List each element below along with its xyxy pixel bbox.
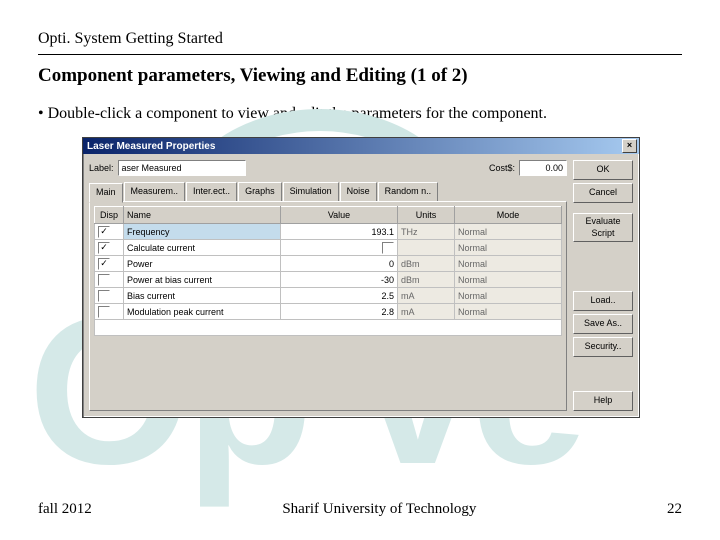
load-button[interactable]: Load.. — [573, 291, 633, 311]
security-button[interactable]: Security.. — [573, 337, 633, 357]
param-value[interactable]: -30 — [281, 272, 398, 288]
param-name: Frequency — [124, 224, 281, 240]
param-mode[interactable]: Normal — [455, 272, 562, 288]
save-as-button[interactable]: Save As.. — [573, 314, 633, 334]
divider — [38, 54, 682, 55]
checkbox-icon[interactable]: ✓ — [98, 242, 110, 254]
col-disp: Disp — [95, 207, 124, 224]
param-name: Power — [124, 256, 281, 272]
tab-main[interactable]: Main — [89, 183, 123, 203]
table-row[interactable]: ✓ Frequency 193.1 THz Normal — [95, 224, 562, 240]
tab-random[interactable]: Random n.. — [378, 182, 439, 201]
col-units: Units — [398, 207, 455, 224]
table-row[interactable]: Modulation peak current 2.8 mA Normal — [95, 304, 562, 320]
tab-graphs[interactable]: Graphs — [238, 182, 282, 201]
param-units[interactable]: THz — [398, 224, 455, 240]
ok-button[interactable]: OK — [573, 160, 633, 180]
footer-left: fall 2012 — [38, 501, 92, 518]
table-row[interactable]: Power at bias current -30 dBm Normal — [95, 272, 562, 288]
param-name: Modulation peak current — [124, 304, 281, 320]
label-caption: Label: — [89, 163, 114, 173]
checkbox-icon[interactable] — [382, 242, 394, 254]
param-mode[interactable]: Normal — [455, 240, 562, 256]
checkbox-icon[interactable] — [98, 306, 110, 318]
param-value[interactable]: 2.8 — [281, 304, 398, 320]
cost-caption: Cost$: — [489, 163, 515, 173]
param-mode[interactable]: Normal — [455, 256, 562, 272]
grid-empty-area — [95, 320, 562, 336]
dialog-title: Laser Measured Properties — [87, 141, 215, 152]
param-mode[interactable]: Normal — [455, 288, 562, 304]
evaluate-script-button[interactable]: Evaluate Script — [573, 213, 633, 242]
tab-strip: Main Measurem.. Inter.ect.. Graphs Simul… — [89, 182, 567, 202]
cancel-button[interactable]: Cancel — [573, 183, 633, 203]
label-input[interactable]: aser Measured — [118, 160, 246, 176]
tab-interect[interactable]: Inter.ect.. — [186, 182, 237, 201]
checkbox-icon[interactable]: ✓ — [98, 226, 110, 238]
slide-footer: fall 2012 Sharif University of Technolog… — [38, 501, 682, 518]
page-heading: Component parameters, Viewing and Editin… — [38, 65, 682, 87]
param-units[interactable]: mA — [398, 288, 455, 304]
parameters-table[interactable]: Disp Name Value Units Mode ✓ Frequency 1… — [94, 206, 562, 336]
tab-measurem[interactable]: Measurem.. — [124, 182, 186, 201]
checkbox-icon[interactable] — [98, 274, 110, 286]
cost-input[interactable]: 0.00 — [519, 160, 567, 176]
table-row[interactable]: ✓ Calculate current Normal — [95, 240, 562, 256]
param-value[interactable] — [281, 240, 398, 256]
doc-title: Opti. System Getting Started — [38, 30, 682, 48]
param-units[interactable]: dBm — [398, 256, 455, 272]
param-units[interactable] — [398, 240, 455, 256]
param-units[interactable]: dBm — [398, 272, 455, 288]
param-name: Calculate current — [124, 240, 281, 256]
param-mode[interactable]: Normal — [455, 224, 562, 240]
param-name: Power at bias current — [124, 272, 281, 288]
close-icon[interactable]: × — [622, 139, 637, 153]
tab-noise[interactable]: Noise — [340, 182, 377, 201]
footer-center: Sharif University of Technology — [282, 501, 476, 518]
tab-pane-main: Disp Name Value Units Mode ✓ Frequency 1… — [89, 201, 567, 411]
col-value: Value — [281, 207, 398, 224]
col-mode: Mode — [455, 207, 562, 224]
col-name: Name — [124, 207, 281, 224]
table-row[interactable]: ✓ Power 0 dBm Normal — [95, 256, 562, 272]
properties-dialog: Laser Measured Properties × Label: aser … — [82, 137, 640, 418]
footer-right: 22 — [667, 501, 682, 518]
dialog-titlebar[interactable]: Laser Measured Properties × — [83, 138, 639, 154]
param-name: Bias current — [124, 288, 281, 304]
param-mode[interactable]: Normal — [455, 304, 562, 320]
tab-simulation[interactable]: Simulation — [283, 182, 339, 201]
param-units[interactable]: mA — [398, 304, 455, 320]
checkbox-icon[interactable]: ✓ — [98, 258, 110, 270]
help-button[interactable]: Help — [573, 391, 633, 411]
table-row[interactable]: Bias current 2.5 mA Normal — [95, 288, 562, 304]
param-value[interactable]: 193.1 — [281, 224, 398, 240]
param-value[interactable]: 2.5 — [281, 288, 398, 304]
param-value[interactable]: 0 — [281, 256, 398, 272]
checkbox-icon[interactable] — [98, 290, 110, 302]
